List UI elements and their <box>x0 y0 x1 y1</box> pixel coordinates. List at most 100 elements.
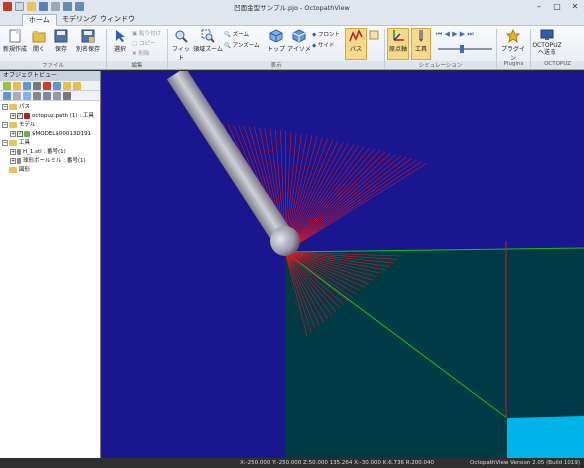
3d-viewport[interactable] <box>102 71 584 458</box>
tab-home[interactable]: ホーム <box>22 14 57 26</box>
delete-label: 削除 <box>138 51 150 57</box>
tree-label: パス <box>19 104 31 110</box>
collapse-toggle-icon[interactable]: − <box>2 139 8 146</box>
zoom-button[interactable]: 🔍 ズーム <box>224 30 249 38</box>
tree-label: 球形ボールミル : 番号(1) <box>23 158 86 164</box>
expand-toggle-icon[interactable]: + <box>10 112 16 119</box>
expand-toggle-icon[interactable]: + <box>10 157 16 164</box>
path-options-button[interactable] <box>368 30 380 41</box>
new-file-icon <box>9 29 21 43</box>
workpiece-cyan-face <box>507 416 584 458</box>
iso-label: アイソメ <box>287 46 311 53</box>
step-back-icon[interactable]: ◀ <box>445 30 450 38</box>
cube-iso-icon <box>292 29 306 43</box>
save-as-icon <box>81 29 95 43</box>
tree-item-model-file[interactable]: + ✓ $MODEL$00013D191 <box>10 130 91 139</box>
collapse-toggle-icon[interactable]: − <box>2 121 8 128</box>
fit-label: フィット <box>172 46 190 62</box>
tag-icon[interactable] <box>73 82 81 90</box>
path-icon <box>24 112 30 119</box>
tree-label: モデル <box>19 122 36 128</box>
unzoom-button[interactable]: 🔍 アンズーム <box>224 41 260 49</box>
expand-toggle-icon[interactable]: + <box>10 130 16 137</box>
tool-icon <box>17 157 21 164</box>
tree-item-tool-ballmill[interactable]: + 球形ボールミル : 番号(1) <box>10 157 86 166</box>
expand-icon[interactable] <box>3 92 11 100</box>
toolpath-line <box>284 161 422 253</box>
origin-axis-icon <box>393 30 404 41</box>
save-button[interactable]: 保存 <box>51 29 71 53</box>
import-icon[interactable] <box>23 82 31 90</box>
scene-canvas[interactable] <box>102 71 584 458</box>
path-options-icon <box>369 30 379 40</box>
toolpath-line <box>284 158 412 253</box>
tool-assembly <box>166 71 300 256</box>
settings-icon[interactable] <box>63 82 71 90</box>
paste-button[interactable]: ▣ 貼り付け <box>132 29 161 37</box>
tool-list-icon[interactable] <box>63 92 71 100</box>
slider-thumb[interactable] <box>460 45 464 53</box>
title-bar: 凹面金型サンプル.pjo - OctopathView – □ ✕ <box>0 0 584 13</box>
collapse-toggle-icon[interactable]: − <box>2 103 8 110</box>
delete-object-icon[interactable] <box>43 82 51 90</box>
toolpath-line <box>284 155 402 253</box>
simulation-slider[interactable] <box>438 45 492 53</box>
first-frame-icon[interactable]: ⏮ <box>436 30 442 38</box>
paste-label: 貼り付け <box>138 31 161 37</box>
expand-toggle-icon[interactable]: + <box>10 148 16 155</box>
top-view-button[interactable]: トップ <box>266 29 286 53</box>
send-to-octopuz-button[interactable]: OCTOPUZ へ送る <box>532 29 562 56</box>
tree-item-tool-folder[interactable]: − 工具 <box>2 139 30 148</box>
open-button[interactable]: 開く <box>29 29 49 53</box>
filter-icon[interactable] <box>23 92 31 100</box>
fit-button[interactable]: フィット <box>170 29 192 62</box>
save-as-button[interactable]: 別名保存 <box>72 29 104 53</box>
last-frame-icon[interactable]: ⏭ <box>467 30 473 38</box>
folder-icon <box>9 139 17 146</box>
add-icon[interactable] <box>3 82 11 90</box>
copy-button[interactable]: ▢ コピー <box>132 39 155 47</box>
area-zoom-button[interactable]: 領域ズーム <box>193 29 223 53</box>
iso-view-button[interactable]: アイソメ <box>287 29 311 53</box>
folder-icon[interactable] <box>13 82 21 90</box>
side-view-button[interactable]: ◆ サイド <box>312 41 335 49</box>
tree-item-tool-stl[interactable]: + H_1.stl : 番号(1) <box>10 148 66 157</box>
visible-checkbox[interactable]: ✓ <box>17 112 23 119</box>
tree-label: H_1.stl : 番号(1) <box>23 149 66 155</box>
open-folder-icon <box>32 31 46 43</box>
link-icon[interactable] <box>33 92 41 100</box>
gear-icon[interactable] <box>53 92 61 100</box>
path-toggle-button[interactable]: パス <box>345 28 367 60</box>
grid-icon[interactable] <box>43 92 51 100</box>
tree-item-path-file[interactable]: + ✓ octopuz.path (1) : 工具 <box>10 112 94 121</box>
side-label: サイド <box>317 43 335 49</box>
tree-label: 図形 <box>19 167 31 173</box>
maximize-icon[interactable]: □ <box>548 0 566 13</box>
front-label: フロント <box>317 32 340 38</box>
tree-item-shape-folder[interactable]: 図形 <box>2 166 30 175</box>
tab-window[interactable]: ウィンドウ <box>94 14 141 26</box>
visible-checkbox[interactable]: ✓ <box>17 130 23 137</box>
collapse-icon[interactable] <box>13 92 21 100</box>
status-coordinates: X:-250.000 Y:-250.000 Z:50.000 135.264 X… <box>240 460 434 466</box>
tool-button[interactable]: 工具 <box>411 28 431 60</box>
tree-item-path-folder[interactable]: − パス <box>2 103 30 112</box>
properties-icon[interactable] <box>53 82 61 90</box>
step-forward-icon[interactable]: ▶ <box>460 30 465 38</box>
tool-label: 工具 <box>414 46 427 53</box>
select-button[interactable]: 選択 <box>110 29 130 53</box>
export-icon[interactable] <box>33 82 41 90</box>
tree-label: 工具 <box>19 140 31 146</box>
playback-controls[interactable]: ⏮ ◀ ▶ ▶ ⏭ <box>436 30 474 39</box>
tree-item-model-folder[interactable]: − モデル <box>2 121 36 130</box>
new-button[interactable]: 新規作成 <box>3 29 27 53</box>
front-view-button[interactable]: ◆ フロント <box>312 30 340 38</box>
plugin-button[interactable]: プラグイン <box>499 29 527 62</box>
play-icon[interactable]: ▶ <box>452 30 457 38</box>
close-icon[interactable]: ✕ <box>566 0 584 13</box>
delete-button[interactable]: ✕ 削除 <box>132 49 149 57</box>
path-label: パス <box>349 46 362 53</box>
minimize-icon[interactable]: – <box>530 0 548 13</box>
area-zoom-icon <box>201 29 215 43</box>
origin-axis-button[interactable]: 原点軸 <box>387 28 409 60</box>
